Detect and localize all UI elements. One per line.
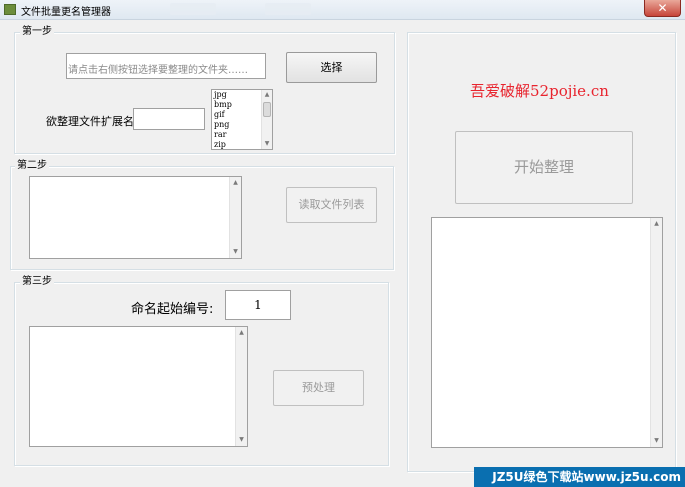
app-icon <box>4 4 16 15</box>
scroll-up-icon[interactable]: ▲ <box>262 91 272 99</box>
result-scrollbar[interactable]: ▲ ▼ <box>650 218 662 447</box>
extension-option[interactable]: gif <box>214 110 232 120</box>
read-file-list-button[interactable]: 读取文件列表 <box>286 187 377 223</box>
extension-input[interactable] <box>133 108 205 130</box>
background-tab <box>170 3 216 15</box>
window-title: 文件批量更名管理器 <box>21 7 111 18</box>
extension-list: jpg bmp gif png rar zip <box>214 90 232 149</box>
scroll-thumb[interactable] <box>263 102 271 117</box>
extension-option[interactable]: jpg <box>214 90 232 100</box>
preview-scrollbar[interactable]: ▲ ▼ <box>235 327 247 446</box>
folder-path-placeholder: 请点击右侧按钮选择要整理的文件夹…… <box>68 65 248 76</box>
extension-option[interactable]: zip <box>214 140 232 149</box>
result-log-box[interactable]: ▲ ▼ <box>431 217 663 448</box>
step3-legend: 第三步 <box>20 276 54 288</box>
start-number-input[interactable]: 1 <box>225 290 291 320</box>
rename-preview-box[interactable]: ▲ ▼ <box>29 326 248 447</box>
scroll-down-icon[interactable]: ▼ <box>262 140 272 148</box>
brand-text: 吾爱破解52pojie.cn <box>470 82 609 100</box>
start-number-label: 命名起始编号: <box>131 302 214 317</box>
select-folder-button[interactable]: 选择 <box>286 52 377 83</box>
scroll-down-icon[interactable]: ▼ <box>651 437 662 445</box>
background-tab <box>265 3 311 15</box>
extension-listbox[interactable]: jpg bmp gif png rar zip ▲ ▼ <box>211 89 273 150</box>
file-list-box[interactable]: ▲ ▼ <box>29 176 242 259</box>
scroll-up-icon[interactable]: ▲ <box>230 179 241 187</box>
scroll-up-icon[interactable]: ▲ <box>236 329 247 337</box>
extension-label: 欲整理文件扩展名: <box>46 115 138 128</box>
extension-scrollbar[interactable]: ▲ ▼ <box>261 90 272 149</box>
file-list-scrollbar[interactable]: ▲ ▼ <box>229 177 241 258</box>
extension-option[interactable]: rar <box>214 130 232 140</box>
scroll-down-icon[interactable]: ▼ <box>230 248 241 256</box>
site-watermark: JZ5U绿色下载站www.jz5u.com <box>474 467 685 487</box>
step1-group <box>14 32 395 154</box>
scroll-up-icon[interactable]: ▲ <box>651 220 662 228</box>
step2-legend: 第二步 <box>15 160 49 172</box>
scroll-down-icon[interactable]: ▼ <box>236 436 247 444</box>
step1-legend: 第一步 <box>20 26 54 38</box>
extension-option[interactable]: bmp <box>214 100 232 110</box>
close-button[interactable]: ✕ <box>644 0 681 17</box>
start-organize-button[interactable]: 开始整理 <box>455 131 633 204</box>
folder-path-input[interactable]: 请点击右侧按钮选择要整理的文件夹…… <box>66 53 266 79</box>
preprocess-button[interactable]: 预处理 <box>273 370 364 406</box>
extension-option[interactable]: png <box>214 120 232 130</box>
